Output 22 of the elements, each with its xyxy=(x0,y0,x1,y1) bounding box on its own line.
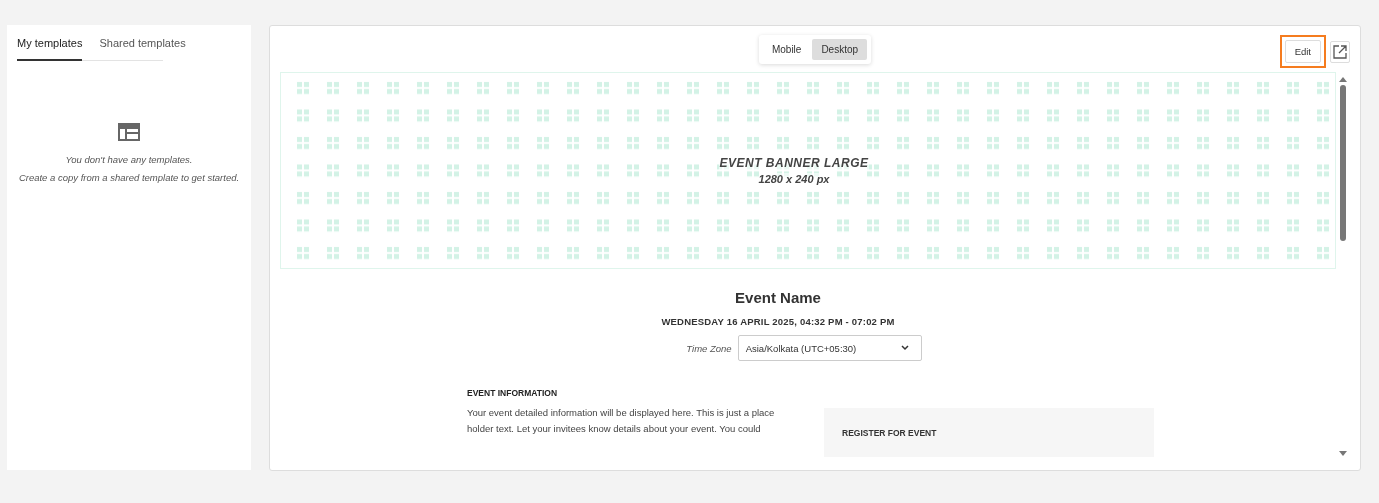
event-datetime: WEDNESDAY 16 APRIL 2025, 04:32 PM - 07:02 PM xyxy=(660,316,896,327)
banner-size: 1280 x 240 px xyxy=(758,173,830,185)
time-zone-select[interactable]: Asia/Kolkata (UTC+05:30) xyxy=(737,335,922,361)
view-mode-button[interactable]: Desktop xyxy=(812,38,868,60)
banner-title: EVENT BANNER LARGE xyxy=(719,156,869,170)
scroll-up-icon[interactable] xyxy=(1339,76,1347,82)
chevron-down-icon xyxy=(900,345,909,351)
info-text: Your event detailed information will be displayed here. This is just a place holder text. Let your invitees know details about your event. You could xyxy=(467,406,776,436)
time-zone-label: Time Zone xyxy=(686,342,732,354)
open-external-button[interactable] xyxy=(1330,40,1350,63)
register-heading: REGISTER FOR EVENT xyxy=(842,428,937,438)
template-tab[interactable]: My templates xyxy=(17,35,83,61)
empty-hint: Create a copy from a shared template to get started. xyxy=(18,172,240,183)
external-link-icon xyxy=(1333,44,1347,59)
scroll-down-icon[interactable] xyxy=(1339,451,1347,457)
view-mode-button[interactable]: Mobile xyxy=(762,38,811,60)
template-tab[interactable]: Shared templates xyxy=(99,35,186,61)
edit-button[interactable]: Edit xyxy=(1284,40,1321,63)
template-icon xyxy=(118,123,140,141)
info-heading: EVENT INFORMATION xyxy=(467,388,559,398)
event-name: Event Name xyxy=(734,289,822,306)
empty-message: You don't have any templates. xyxy=(65,154,193,165)
